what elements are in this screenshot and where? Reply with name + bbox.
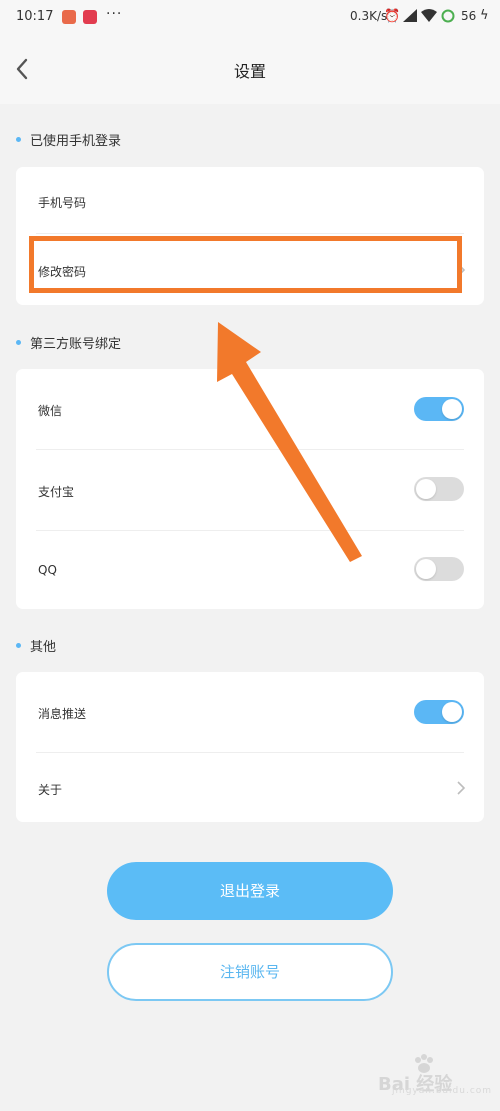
row-label: 支付宝 bbox=[38, 485, 75, 499]
alarm-icon: ⏰ bbox=[384, 9, 401, 24]
network-speed: 0.3K/s bbox=[350, 9, 388, 23]
baidu-watermark: Bai 经验 jingyan.baidu.com bbox=[352, 1052, 492, 1102]
alipay-toggle[interactable] bbox=[414, 477, 464, 501]
charging-icon: ϟ bbox=[480, 8, 489, 23]
nav-header: 设置 bbox=[0, 34, 500, 104]
battery-level: 56 bbox=[461, 9, 477, 23]
page-title: 设置 bbox=[233, 62, 266, 81]
push-notifications-toggle[interactable] bbox=[414, 700, 464, 724]
row-label: 消息推送 bbox=[38, 707, 87, 721]
row-about[interactable]: 关于 bbox=[16, 753, 484, 822]
app-notification-icon bbox=[62, 10, 76, 24]
wifi-icon bbox=[421, 9, 437, 26]
bullet-dot-icon bbox=[16, 340, 21, 345]
more-notifications-icon: ··· bbox=[106, 6, 123, 22]
row-qq: QQ bbox=[16, 531, 484, 609]
watermark-sub: jingyan.baidu.com bbox=[392, 1086, 493, 1096]
bullet-dot-icon bbox=[16, 643, 21, 648]
app-notification-icon bbox=[86, 10, 100, 24]
section-label-third-party: 第三方账号绑定 bbox=[16, 333, 121, 352]
row-label: 微信 bbox=[38, 404, 63, 418]
row-push-notifications: 消息推送 bbox=[16, 672, 484, 752]
row-alipay: 支付宝 bbox=[16, 450, 484, 530]
third-party-card: 微信 支付宝 QQ bbox=[16, 369, 484, 609]
row-label: 手机号码 bbox=[38, 196, 87, 210]
qq-toggle[interactable] bbox=[414, 557, 464, 581]
annotation-highlight-box bbox=[29, 236, 462, 293]
section-label-other: 其他 bbox=[16, 636, 56, 655]
row-phone-number[interactable]: 手机号码 bbox=[16, 167, 484, 233]
chevron-right-icon bbox=[457, 781, 466, 795]
wechat-toggle[interactable] bbox=[414, 397, 464, 421]
cancel-account-button[interactable]: 注销账号 bbox=[107, 943, 393, 1001]
battery-icon bbox=[441, 9, 455, 27]
status-bar: 10:17 ··· 0.3K/s ⏰ 56 ϟ bbox=[0, 0, 500, 34]
row-label: 关于 bbox=[38, 783, 63, 797]
logout-button[interactable]: 退出登录 bbox=[107, 862, 393, 920]
section-label-login: 已使用手机登录 bbox=[16, 130, 121, 149]
status-time: 10:17 bbox=[16, 9, 54, 24]
signal-icon bbox=[403, 9, 417, 26]
bullet-dot-icon bbox=[16, 137, 21, 142]
other-card: 消息推送 关于 bbox=[16, 672, 484, 822]
row-wechat: 微信 bbox=[16, 369, 484, 449]
row-label: QQ bbox=[38, 563, 57, 577]
